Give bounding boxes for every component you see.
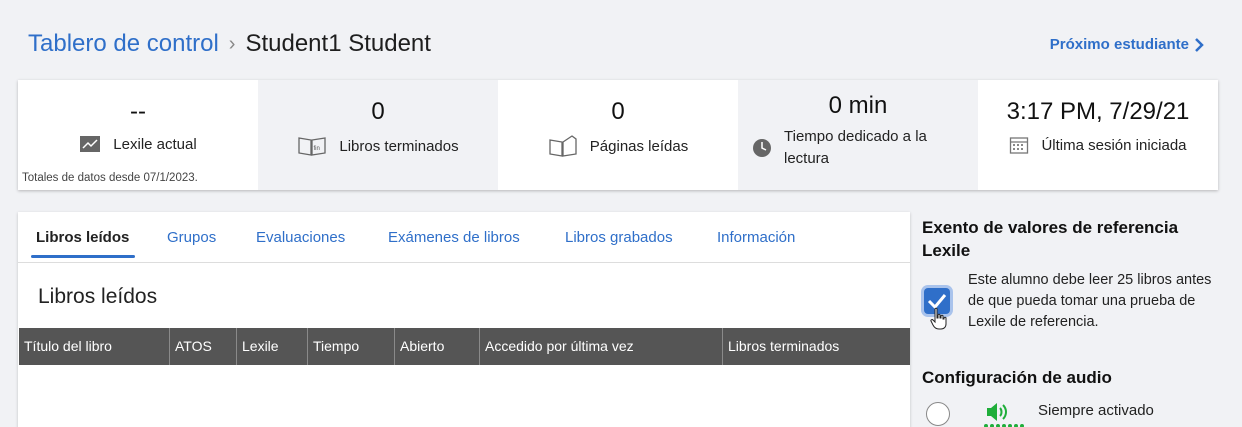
page-title: Student1 Student	[245, 30, 431, 57]
active-tab-indicator	[31, 255, 135, 258]
breadcrumb: Tablero de control › Student1 Student	[28, 30, 431, 58]
exempt-description: Este alumno debe leer 25 libros antes de…	[968, 272, 1212, 330]
breadcrumb-dashboard-link[interactable]: Tablero de control	[28, 30, 219, 58]
audio-option-label: Siempre activado	[1038, 402, 1154, 419]
data-since-note: Totales de datos desde 07/1/2023.	[22, 172, 198, 184]
stat-session-value: 3:17 PM, 7/29/21	[1006, 98, 1190, 125]
stat-books-finished: 0 fin Libros terminados	[258, 80, 498, 190]
table-header: Título del libro ATOS Lexile Tiempo Abie…	[19, 328, 910, 365]
tab-bar: Libros leídos Grupos Evaluaciones Exámen…	[18, 212, 910, 263]
stats-bar: -- Lexile actual Totales de datos desde …	[18, 80, 1218, 190]
stat-pages-read: 0 Páginas leídas	[498, 80, 738, 190]
book-fin-icon: fin	[298, 137, 327, 156]
open-book-icon	[549, 135, 577, 157]
line-chart-icon	[80, 136, 101, 152]
stat-reading-time: 0 min Tiempo dedicado a la lectura	[738, 80, 978, 190]
column-header-last-accessed[interactable]: Accedido por última vez	[480, 328, 723, 365]
next-student-link[interactable]: Próximo estudiante	[1050, 36, 1204, 53]
clock-icon	[753, 139, 771, 157]
stat-lexile-label: Lexile actual	[113, 135, 197, 153]
stat-session-label: Última sesión iniciada	[1041, 136, 1187, 154]
audio-settings-title: Configuración de audio	[922, 368, 1112, 387]
speaker-icon	[984, 403, 1024, 427]
tab-groups[interactable]: Grupos	[167, 229, 216, 246]
chevron-right-icon	[1195, 37, 1204, 52]
stat-time-value: 0 min	[828, 92, 888, 119]
column-header-time[interactable]: Tiempo	[308, 328, 395, 365]
tab-recorded-books[interactable]: Libros grabados	[565, 229, 673, 246]
stat-lexile: -- Lexile actual Totales de datos desde …	[18, 80, 258, 190]
column-header-books-finished[interactable]: Libros terminados	[723, 328, 910, 365]
stat-books-label: Libros terminados	[339, 137, 459, 155]
stat-pages-label: Páginas leídas	[589, 137, 689, 155]
student-settings: Exento de valores de referencia Lexile E…	[922, 216, 1222, 427]
exempt-title: Exento de valores de referencia Lexile	[922, 218, 1179, 260]
column-header-lexile[interactable]: Lexile	[237, 328, 308, 365]
tab-information[interactable]: Información	[717, 229, 795, 246]
tab-book-quizzes[interactable]: Exámenes de libros	[388, 229, 520, 246]
audio-always-on-radio[interactable]	[926, 402, 950, 426]
column-header-opened[interactable]: Abierto	[395, 328, 480, 365]
stat-lexile-value: --	[130, 98, 146, 125]
calendar-icon	[1010, 137, 1029, 154]
column-header-title[interactable]: Título del libro	[19, 328, 170, 365]
breadcrumb-separator: ›	[228, 32, 236, 55]
svg-text:fin: fin	[314, 146, 320, 152]
hand-cursor-icon	[930, 307, 947, 330]
section-title: Libros leídos	[38, 285, 158, 308]
stat-time-label: Tiempo dedicado a la lectura	[784, 128, 927, 167]
tab-books-read[interactable]: Libros leídos	[36, 229, 129, 246]
stat-pages-value: 0	[611, 98, 625, 125]
stat-last-session: 3:17 PM, 7/29/21 Última sesión iniciada	[978, 80, 1218, 190]
stat-books-value: 0	[371, 98, 385, 125]
column-header-atos[interactable]: ATOS	[170, 328, 237, 365]
tab-assessments[interactable]: Evaluaciones	[256, 229, 345, 246]
next-student-label: Próximo estudiante	[1049, 36, 1189, 53]
books-read-panel: Libros leídos Grupos Evaluaciones Exámen…	[18, 212, 910, 427]
